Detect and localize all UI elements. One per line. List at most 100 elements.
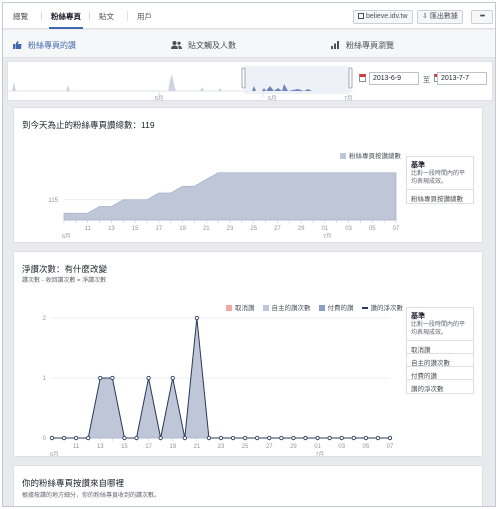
data-point <box>242 435 248 441</box>
card-title: 淨讚次數：有什麼改變 <box>22 264 108 274</box>
x-tick-label: 01 <box>314 444 321 450</box>
data-point <box>206 435 212 441</box>
subtab-post-reach[interactable]: 貼文觸及人數 <box>171 30 236 58</box>
x-tick-label: 23 <box>227 226 234 232</box>
subtab-label: 粉絲專頁瀏覽 <box>346 41 394 50</box>
sub-tabs: 粉絲專頁的讚 貼文觸及人數 粉絲專頁瀏覽 <box>3 30 495 58</box>
card-subtitle: 讚次數 - 收回讚次數 = 淨讚次數 <box>22 278 107 284</box>
data-point <box>255 435 260 441</box>
data-point <box>230 435 236 441</box>
card-subtitle: 根據按讚的地方細分，你的粉絲專頁收到的讚次數。 <box>22 493 161 499</box>
subtab-page-likes[interactable]: 粉絲專頁的讚 <box>13 30 76 58</box>
data-point <box>98 375 103 381</box>
x-tick-label: 17 <box>156 226 163 232</box>
data-point <box>351 435 356 441</box>
benchmark-title: 基準 <box>411 162 425 169</box>
x-tick-label: 21 <box>203 226 210 232</box>
x-tick-label: 11 <box>85 226 92 232</box>
y-tick-label: 0 <box>43 436 47 442</box>
data-point <box>146 375 151 381</box>
export-button[interactable]: ⇩ 匯出數據 <box>417 10 463 24</box>
subtab-label: 粉絲專頁的讚 <box>28 41 76 50</box>
thumbs-up-icon <box>13 41 22 51</box>
nav-divider <box>41 11 42 21</box>
x-tick-label: 27 <box>266 444 273 450</box>
benchmark-item[interactable]: 自主的讚次數 <box>407 354 473 367</box>
x-tick-label: 17 <box>145 444 152 450</box>
more-options-button[interactable]: ••• <box>471 10 493 24</box>
bar-chart-icon <box>331 41 340 51</box>
x-tick-label: 25 <box>242 444 249 450</box>
date-range-timeline: 5月 6月 7月 2013-6-9 至 2013-7-7 <box>7 61 493 102</box>
x-tick-label: 03 <box>345 226 352 232</box>
tab-posts[interactable]: 貼文 <box>99 11 114 22</box>
nav-divider <box>89 11 90 21</box>
site-button[interactable]: believe.idv.tw <box>353 10 413 24</box>
x-tick-label: 11 <box>73 444 80 450</box>
data-point <box>339 435 344 441</box>
site-button-label: believe.idv.tw <box>366 13 408 20</box>
x-tick-label: 01 <box>322 226 329 232</box>
data-point <box>363 435 369 441</box>
benchmark-panel: 基準 比對一段時間內的平均表現成效。 取消讚 自主的讚次數 付費的讚 讚的淨次數 <box>406 307 474 394</box>
data-point <box>267 435 272 441</box>
benchmark-item[interactable]: 讚的淨次數 <box>407 380 473 393</box>
data-point <box>387 435 393 441</box>
tab-overview[interactable]: 總覽 <box>13 11 28 22</box>
data-point <box>291 435 296 441</box>
benchmark-item[interactable]: 粉絲專頁按讚總數 <box>407 190 473 203</box>
top-nav: 總覽 粉絲專頁 貼文 用戶 believe.idv.tw ⇩ 匯出數據 ••• <box>3 3 495 29</box>
x-tick-label: 29 <box>290 444 297 450</box>
benchmark-item[interactable]: 取消讚 <box>407 341 473 354</box>
benchmark-description: 比對一段時間內的平均表現成效。 <box>411 322 466 336</box>
x-tick-label: 07 <box>387 444 394 450</box>
start-date-input[interactable]: 2013-6-9 <box>369 72 419 85</box>
x-tick-label: 29 <box>298 226 305 232</box>
tab-page[interactable]: 粉絲專頁 <box>49 11 83 29</box>
data-point <box>158 435 163 441</box>
x-month-label: 7月 <box>323 233 332 238</box>
x-tick-label: 23 <box>218 444 225 450</box>
data-point <box>61 435 67 441</box>
date-range-separator: 至 <box>423 77 430 84</box>
export-button-label: 匯出數據 <box>429 13 458 20</box>
timeline-month-june: 6月 <box>268 95 277 102</box>
x-tick-label: 19 <box>179 226 186 232</box>
data-point <box>375 435 381 441</box>
benchmark-item[interactable]: 付費的讚 <box>407 367 473 380</box>
x-tick-label: 13 <box>97 444 104 450</box>
total-likes-chart: 115 11 13 15 17 19 21 23 25 27 29 01 03 05 07 6月 7月 <box>48 172 400 238</box>
page-icon <box>358 13 364 19</box>
total-likes-card: 到今天為止的粉絲專頁讚總數：119 粉絲專頁按讚總數 115 11 13 15 17 19… <box>13 107 483 243</box>
benchmark-header: 基準 比對一段時間內的平均表現成效。 <box>407 308 473 341</box>
timeline-month-may: 5月 <box>155 95 164 102</box>
data-point <box>170 375 175 381</box>
range-start-handle[interactable] <box>241 67 246 89</box>
range-end-handle[interactable] <box>348 67 353 89</box>
data-point <box>194 315 200 321</box>
like-sources-card: 你的粉絲專頁按讚來自哪裡 根據按讚的地方細分，你的粉絲專頁收到的讚次數。 <box>13 465 483 506</box>
x-tick-label: 25 <box>250 226 257 232</box>
x-tick-label: 15 <box>121 444 128 450</box>
end-date-input[interactable]: 2013-7-7 <box>437 72 487 85</box>
data-point <box>182 435 187 441</box>
x-tick-label: 05 <box>363 444 370 450</box>
data-point <box>218 435 224 441</box>
timeline-month-july: 7月 <box>344 95 353 102</box>
card-title: 你的粉絲專頁按讚來自哪裡 <box>22 478 125 488</box>
data-point <box>303 435 308 441</box>
subtab-label: 貼文觸及人數 <box>188 41 236 50</box>
data-point <box>73 435 79 441</box>
tab-users[interactable]: 用戶 <box>137 11 152 22</box>
net-likes-chart: 01211 13 15 17 19 21 23 25 27 29 01 03 05 076月 7月 <box>43 315 394 456</box>
card-title: 到今天為止的粉絲專頁讚總數：119 <box>22 120 155 130</box>
x-month-label: 7月 <box>316 451 325 456</box>
data-point <box>122 435 127 441</box>
x-month-label: 6月 <box>62 233 71 238</box>
data-point <box>315 435 320 441</box>
data-point <box>279 435 284 441</box>
benchmark-title: 基準 <box>411 313 425 320</box>
x-tick-label: 13 <box>108 226 115 232</box>
subtab-page-views[interactable]: 粉絲專頁瀏覽 <box>331 30 394 58</box>
benchmark-description: 比對一段時間內的平均表現成效。 <box>411 171 466 185</box>
